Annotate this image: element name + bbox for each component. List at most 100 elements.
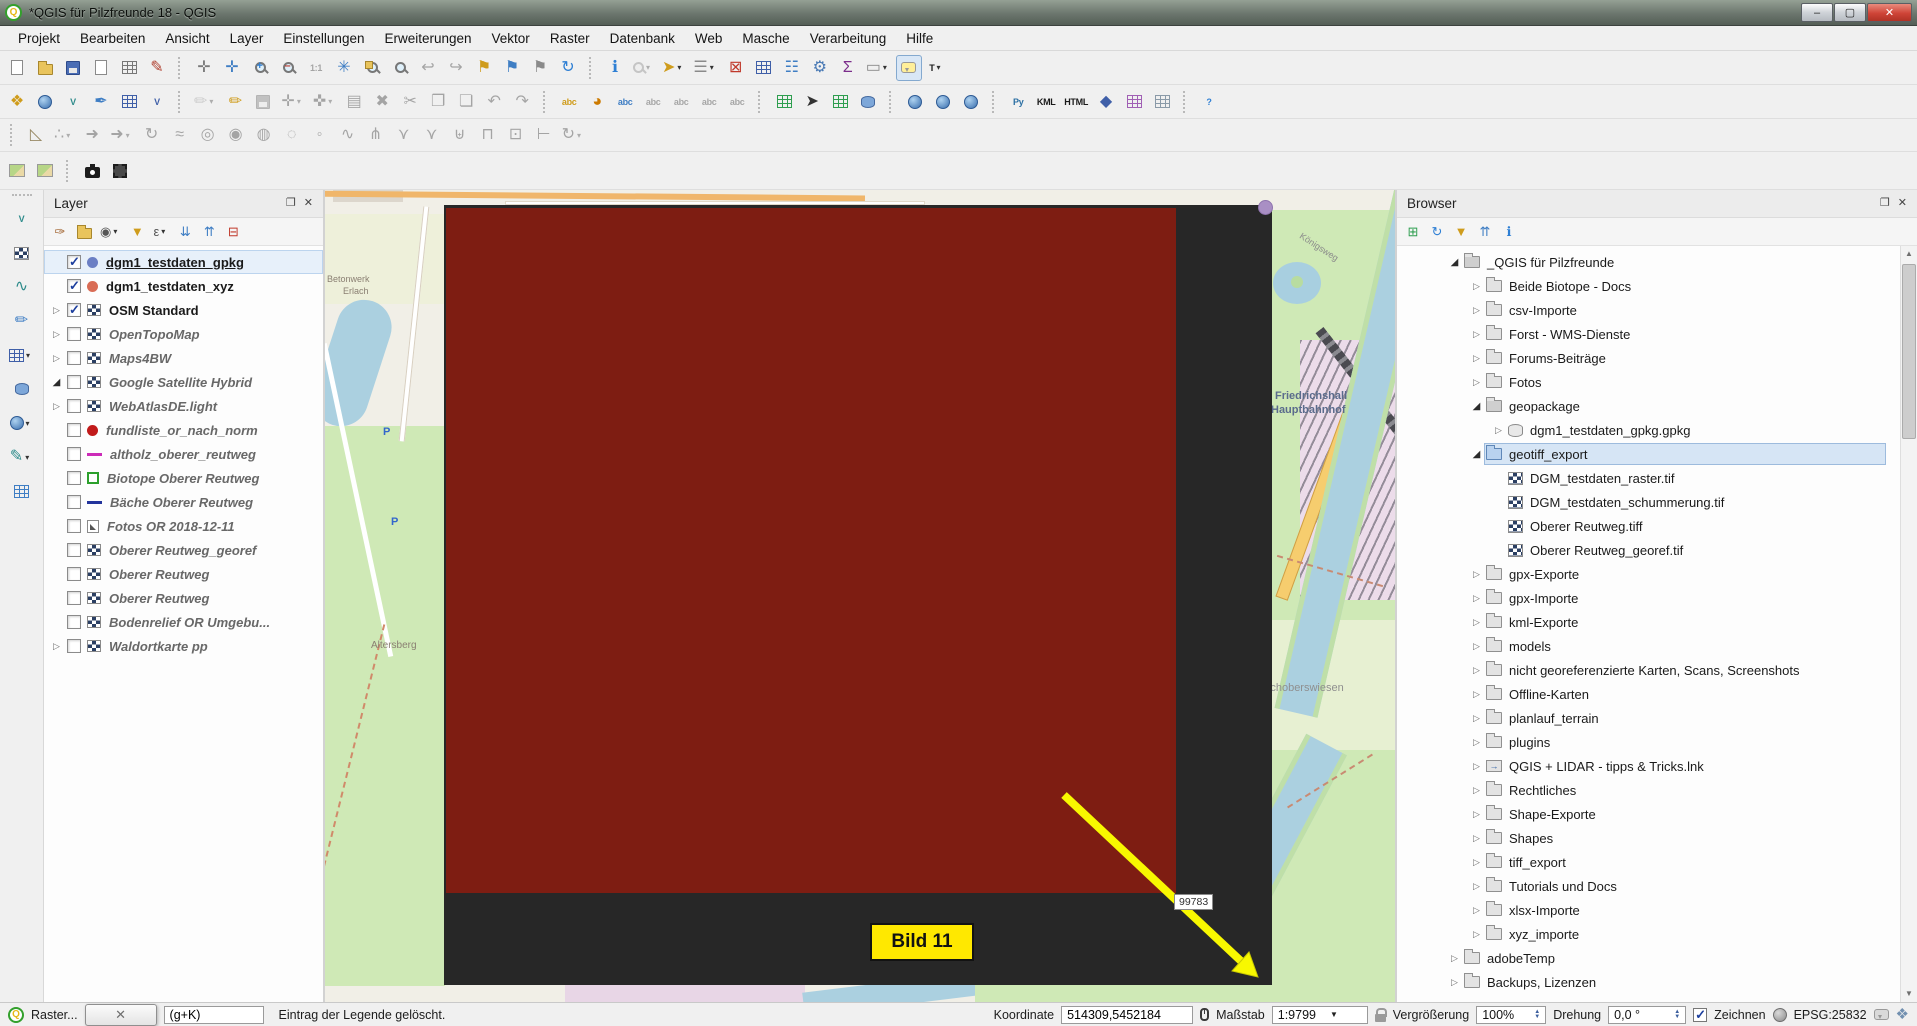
menu-ansicht[interactable]: Ansicht [155,28,219,49]
identify-features-button[interactable]: ℹ [602,55,628,81]
expand-arrow-icon[interactable]: ◢ [1469,401,1484,412]
expand-arrow-icon[interactable]: ▷ [1469,377,1484,388]
split-parts-button[interactable]: ⋎ [391,122,417,148]
vertex-tool-button-dropdown-icon[interactable]: ▾ [328,97,336,106]
manage-map-themes-button[interactable]: ◉▾ [97,221,124,243]
layer-item[interactable]: ▷Maps4BW [44,346,323,370]
expand-arrow-icon[interactable]: ▷ [1469,929,1484,940]
toggle-editing-button[interactable]: ✏ [222,89,248,115]
statistical-summary-button[interactable]: ☷ [779,55,805,81]
browser-item[interactable]: ▷gpx-Importe [1397,586,1900,610]
menu-einstellungen[interactable]: Einstellungen [273,28,374,49]
select-features-menu-button[interactable]: ▾ [630,55,657,81]
layer-visibility-checkbox[interactable] [67,447,81,461]
layer-item[interactable]: dgm1_testdaten_gpkg [44,250,323,274]
show-bookmarks-button[interactable]: ⚑ [499,55,525,81]
browser-item[interactable]: ◢geopackage [1397,394,1900,418]
collapse-all-button[interactable]: ⇈ [198,221,220,243]
toolbar-handle[interactable] [178,91,185,113]
style-manager-button[interactable]: ✎ [144,55,170,81]
layer-item[interactable]: Oberer Reutweg [44,586,323,610]
rotation-spinbox[interactable]: 0,0 ° ▲▼ [1608,1006,1686,1024]
current-edits-button[interactable]: ✏▾ [191,89,220,115]
toolbar-handle[interactable] [12,194,32,198]
filter-by-expression-button[interactable]: ε▾ [150,221,172,243]
offset-curve-button[interactable]: ∿ [335,122,361,148]
add-raster-layer-side-button[interactable] [9,240,35,266]
layer-visibility-checkbox[interactable] [67,567,81,581]
browser-item[interactable]: ▷plugins [1397,730,1900,754]
menu-masche[interactable]: Masche [732,28,799,49]
spin-down-icon[interactable]: ▼ [1534,1015,1540,1020]
expand-arrow-icon[interactable]: ▷ [1469,785,1484,796]
minimize-button[interactable]: – [1801,3,1833,22]
paste-features-button[interactable]: ❏ [453,89,479,115]
scroll-up-icon[interactable]: ▲ [1901,246,1917,262]
toolbar-handle[interactable] [992,91,999,113]
task-cancel-button[interactable]: ✕ [85,1004,157,1026]
browser-item[interactable]: ▷Forums-Beiträge [1397,346,1900,370]
expand-arrow-icon[interactable]: ▷ [1469,881,1484,892]
expand-arrow-icon[interactable]: ▷ [1469,665,1484,676]
copy-move-feature-button-dropdown-icon[interactable]: ▾ [126,131,134,140]
layer-item[interactable]: Oberer Reutweg [44,562,323,586]
browser-item[interactable]: ▷gpx-Exporte [1397,562,1900,586]
layer-visibility-checkbox[interactable] [67,591,81,605]
change-label-button[interactable]: abc [724,89,750,115]
text-annotation-button[interactable]: T▾ [924,55,950,81]
menu-bearbeiten[interactable]: Bearbeiten [70,28,155,49]
browser-item[interactable]: ◢_QGIS für Pilzfreunde [1397,250,1900,274]
browser-item[interactable]: ▷xyz_importe [1397,922,1900,946]
add-selected-layers-button[interactable]: ⊞ [1402,221,1424,243]
measure-button-dropdown-icon[interactable]: ▾ [883,63,891,72]
spin-down-icon[interactable]: ▼ [1674,1015,1680,1020]
layer-item[interactable]: Bäche Oberer Reutweg [44,490,323,514]
layer-item[interactable]: ▷WebAtlasDE.light [44,394,323,418]
expand-arrow-icon[interactable]: ▷ [1469,905,1484,916]
add-group-button[interactable] [73,221,95,243]
vertex-tool-button[interactable]: ✜▾ [310,89,339,115]
browser-item[interactable]: ▷kml-Exporte [1397,610,1900,634]
text-annotation-button-dropdown-icon[interactable]: ▾ [936,63,944,72]
expand-arrow-icon[interactable]: ◢ [1447,257,1462,268]
add-feature-button-dropdown-icon[interactable]: ▾ [297,97,305,106]
add-database-layer-side-button[interactable]: ▾ [6,342,37,368]
redo-button[interactable]: ↷ [509,89,535,115]
layer-visibility-checkbox[interactable] [67,327,81,341]
layer-visibility-checkbox[interactable] [67,279,81,293]
browser-item[interactable]: ▷→QGIS + LIDAR - tipps & Tricks.lnk [1397,754,1900,778]
layer-item[interactable]: ▷OpenTopoMap [44,322,323,346]
add-spatialite-side-button[interactable] [9,376,35,402]
expand-arrow-icon[interactable]: ▷ [1469,761,1484,772]
browser-scrollbar[interactable]: ▲ ▼ [1900,246,1917,1002]
add-virtual-layer-side-button[interactable] [9,478,35,504]
layer-visibility-checkbox[interactable] [67,423,81,437]
expand-arrow-icon[interactable]: ▷ [1469,593,1484,604]
add-wms-side-button[interactable]: ▾ [7,410,37,436]
zoom-out-button[interactable] [275,55,301,81]
filter-browser-button[interactable]: ▼ [1450,221,1472,243]
crs-globe-icon[interactable] [1773,1008,1787,1022]
help-button[interactable]: ? [1196,89,1222,115]
add-ring-button[interactable]: ◎ [195,122,221,148]
bookmark-manager-button[interactable]: ⚑ [527,55,553,81]
advanced-digitizing-button[interactable]: ◺ [23,122,49,148]
manage-map-themes-button-dropdown-icon[interactable]: ▾ [113,227,121,236]
layer-item[interactable]: Oberer Reutweg_georef [44,538,323,562]
zoom-next-button[interactable]: ↪ [443,55,469,81]
rotate-feature-button[interactable]: ↻ [139,122,165,148]
show-statistics-button[interactable]: Σ [835,55,861,81]
pin-labels-button[interactable]: abc [612,89,638,115]
expand-arrow-icon[interactable]: ▷ [49,401,64,412]
expand-arrow-icon[interactable]: ▷ [1469,569,1484,580]
add-postgis-layer-button[interactable] [116,89,142,115]
layer-visibility-checkbox[interactable] [67,615,81,629]
new-bookmark-button[interactable]: ⚑ [471,55,497,81]
remove-layer-button[interactable]: ⊟ [222,221,244,243]
select-by-form-button[interactable]: ☰▾ [690,55,720,81]
browser-item[interactable]: ▷tiff_export [1397,850,1900,874]
georeferencer-button[interactable]: ➤ [799,89,825,115]
browser-item[interactable]: ▷Backups, Lizenzen [1397,970,1900,994]
browser-properties-button[interactable]: ℹ [1498,221,1520,243]
save-layer-edits-button[interactable] [250,89,276,115]
